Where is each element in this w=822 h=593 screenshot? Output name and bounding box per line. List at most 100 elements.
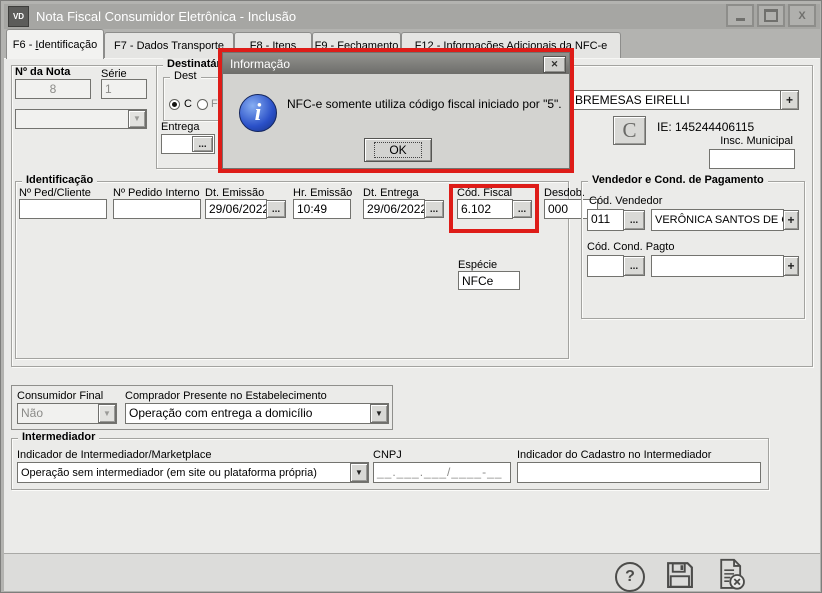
- company-field[interactable]: BREMESAS EIRELLI: [571, 90, 781, 110]
- indicador-intermediador-select[interactable]: Operação sem intermediador (em site ou p…: [17, 462, 369, 483]
- chevron-down-icon: ▼: [103, 410, 111, 418]
- nota-combo-dropdown-button[interactable]: ▼: [128, 110, 146, 128]
- vendedor-nome-field[interactable]: VERÔNICA SANTOS DE OLIVE: [651, 209, 784, 231]
- cadastro-intermediador-field[interactable]: [517, 462, 761, 483]
- especie-field[interactable]: NFCe: [458, 271, 520, 290]
- cnpj-field[interactable]: __.___.___/____-__: [373, 462, 511, 483]
- serie-field[interactable]: 1: [101, 79, 147, 99]
- dest-subgroup-title: Dest: [170, 70, 201, 82]
- consumidor-final-dropdown-button[interactable]: ▼: [98, 404, 116, 423]
- cond-pagto-desc-field[interactable]: [651, 255, 784, 277]
- cadastro-intermediador-label: Indicador do Cadastro no Intermediador: [517, 449, 711, 461]
- pedido-interno-field[interactable]: [113, 199, 201, 219]
- dialog-close-button[interactable]: ✕: [543, 56, 566, 73]
- dt-emissao-label: Dt. Emissão: [205, 187, 264, 199]
- save-icon: [665, 560, 695, 590]
- close-icon: ✕: [551, 59, 559, 70]
- identificacao-group-title: Identificação: [22, 174, 97, 186]
- window-controls: X: [726, 4, 816, 27]
- plus-icon: +: [786, 93, 793, 107]
- indicador-intermediador-label: Indicador de Intermediador/Marketplace: [17, 449, 211, 461]
- ok-button[interactable]: OK: [364, 138, 432, 162]
- minimize-icon: [736, 18, 745, 21]
- comprador-dropdown-button[interactable]: ▼: [370, 404, 388, 423]
- dt-entrega-lookup-button[interactable]: ...: [424, 200, 444, 218]
- nota-field[interactable]: 8: [15, 79, 91, 99]
- dt-entrega-label: Dt. Entrega: [363, 187, 419, 199]
- cod-fiscal-label: Cód. Fiscal: [457, 187, 512, 199]
- dt-entrega-field[interactable]: 29/06/2022: [363, 199, 425, 219]
- document-cancel-icon: [715, 558, 747, 591]
- tab-dados-transporte[interactable]: F7 - Dados Transporte: [104, 32, 234, 58]
- ellipsis-icon: ...: [630, 215, 638, 226]
- hr-emissao-field[interactable]: 10:49: [293, 199, 351, 219]
- hr-emissao-label: Hr. Emissão: [293, 187, 352, 199]
- c-button[interactable]: C: [613, 116, 646, 145]
- consumidor-final-label: Consumidor Final: [17, 390, 103, 402]
- pedido-interno-label: Nº Pedido Interno: [113, 187, 200, 199]
- dest-radio-c-label: C: [184, 98, 192, 110]
- vendedor-group-title: Vendedor e Cond. de Pagamento: [588, 174, 768, 186]
- cnpj-label: CNPJ: [373, 449, 402, 461]
- intermediador-group-title: Intermediador: [18, 431, 99, 443]
- comprador-select[interactable]: Operação com entrega a domicílio: [125, 403, 389, 424]
- insc-municipal-label: Insc. Municipal: [701, 135, 793, 147]
- app-icon: VD: [8, 6, 29, 27]
- comprador-label: Comprador Presente no Estabelecimento: [125, 390, 327, 402]
- insc-municipal-field[interactable]: [709, 149, 795, 169]
- bottom-toolbar: [4, 553, 820, 591]
- help-button[interactable]: ?: [615, 562, 645, 592]
- ellipsis-icon: ...: [272, 204, 280, 215]
- vendedor-add-button[interactable]: +: [783, 210, 799, 230]
- cod-cond-pagto-field[interactable]: [587, 255, 624, 277]
- cod-vendedor-lookup-button[interactable]: ...: [623, 210, 645, 230]
- plus-icon: +: [787, 259, 794, 273]
- ped-cliente-label: Nº Ped/Cliente: [19, 187, 91, 199]
- close-button[interactable]: X: [788, 4, 816, 27]
- cod-cond-pagto-lookup-button[interactable]: ...: [623, 256, 645, 276]
- dt-emissao-lookup-button[interactable]: ...: [266, 200, 286, 218]
- dt-emissao-field[interactable]: 29/06/2022: [205, 199, 267, 219]
- ellipsis-icon: ...: [518, 204, 526, 215]
- save-button[interactable]: [665, 560, 695, 590]
- minimize-button[interactable]: [726, 4, 754, 27]
- info-dialog: Informação ✕ i NFC-e somente utiliza cód…: [222, 52, 570, 169]
- title-bar: VD Nota Fiscal Consumidor Eletrônica - I…: [4, 4, 820, 29]
- indicador-dropdown-button[interactable]: ▼: [350, 463, 368, 482]
- desdob-label: Desdob.: [544, 187, 585, 199]
- cod-vendedor-field[interactable]: 011: [587, 209, 624, 231]
- question-icon: ?: [625, 568, 635, 586]
- window-title: Nota Fiscal Consumidor Eletrônica - Incl…: [36, 9, 296, 24]
- company-add-button[interactable]: +: [780, 90, 799, 110]
- ped-cliente-field[interactable]: [19, 199, 107, 219]
- dialog-title: Informação: [230, 57, 290, 71]
- cod-vendedor-label: Cód. Vendedor: [589, 195, 662, 207]
- chevron-down-icon: ▼: [375, 410, 383, 418]
- cod-cond-pagto-label: Cód. Cond. Pagto: [587, 241, 674, 253]
- dest-radio-f[interactable]: [197, 99, 208, 110]
- info-icon: i: [239, 94, 277, 132]
- cod-fiscal-field[interactable]: 6.102: [457, 199, 513, 219]
- ellipsis-icon: ...: [630, 261, 638, 272]
- plus-icon: +: [787, 213, 794, 227]
- dest-radio-f-label: F: [211, 98, 218, 110]
- chevron-down-icon: ▼: [133, 115, 141, 123]
- cond-pagto-add-button[interactable]: +: [783, 256, 799, 276]
- tab-identificacao[interactable]: F6 - Identificação: [6, 29, 104, 59]
- ellipsis-icon: ...: [198, 139, 206, 150]
- dest-radio-c[interactable]: [169, 99, 180, 110]
- ellipsis-icon: ...: [430, 204, 438, 215]
- entrega-lookup-button[interactable]: ...: [192, 136, 213, 152]
- close-icon: X: [798, 10, 805, 22]
- maximize-icon: [764, 9, 778, 22]
- ie-text: IE: 145244406115: [657, 120, 754, 134]
- cod-fiscal-lookup-button[interactable]: ...: [512, 200, 532, 218]
- app-window: VD Nota Fiscal Consumidor Eletrônica - I…: [0, 0, 822, 593]
- cancel-document-button[interactable]: [715, 558, 747, 591]
- dialog-highlight: Informação ✕ i NFC-e somente utiliza cód…: [218, 48, 574, 173]
- especie-label: Espécie: [458, 259, 497, 271]
- nota-label: Nº da Nota: [15, 66, 70, 78]
- maximize-button[interactable]: [757, 4, 785, 27]
- dialog-message: NFC-e somente utiliza código fiscal inic…: [287, 97, 565, 111]
- entrega-label: Entrega: [161, 121, 200, 133]
